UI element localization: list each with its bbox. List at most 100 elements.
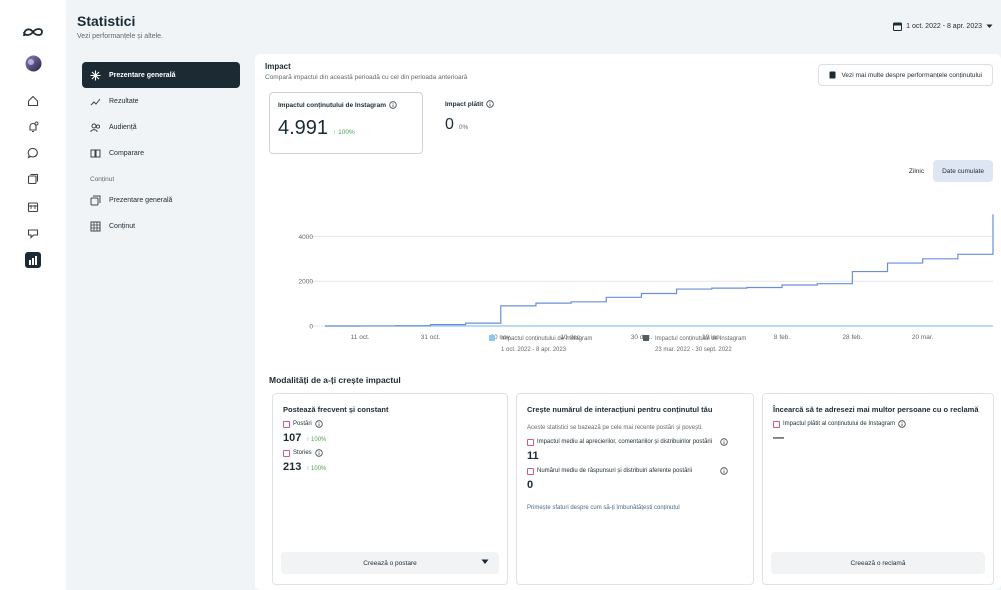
info-icon[interactable] (898, 420, 906, 428)
nav-item-label: Conținut (109, 222, 136, 230)
info-icon[interactable] (720, 467, 728, 475)
toggle-cumulative[interactable]: Date cumulate (933, 160, 993, 182)
date-range-picker[interactable]: 1 oct. 2022 - 8 apr. 2023 (893, 22, 993, 31)
x-tick-label: 28 feb. (842, 334, 862, 341)
content-overview-icon (90, 195, 101, 205)
notifications-icon[interactable] (0, 117, 66, 137)
nav-item-compare[interactable]: Comparare (82, 140, 240, 166)
nav-section-content: Conținut (90, 176, 115, 183)
paid-impact-value: — (773, 432, 784, 444)
chevron-down-icon[interactable] (481, 559, 489, 565)
more-performance-label: Vezi mai multe despre performanțele conț… (841, 71, 982, 79)
metric-label: Impact plătit (445, 100, 484, 108)
ad-icon (773, 421, 780, 428)
metric-label: Numărul mediu de răspunsuri și distribui… (537, 468, 693, 474)
x-tick-label: 31 oct. (421, 334, 441, 341)
post-icon (527, 439, 534, 446)
legend-period: 23 mar. 2022 - 30 sept. 2022 (655, 347, 732, 353)
metric-change: ↑ 100% (333, 129, 355, 136)
nav-item-label: Rezultate (109, 97, 139, 105)
calendar-icon[interactable] (0, 197, 66, 217)
avatar[interactable] (0, 53, 66, 73)
tip-card-interactions: Crește numărul de interacțiuni pentru co… (516, 393, 754, 585)
metric-value: 0 (445, 116, 454, 133)
nav-item-overview[interactable]: Prezentare generală (82, 62, 240, 88)
y-tick-label: 2000 (299, 279, 314, 286)
document-icon (829, 71, 836, 79)
nav-item-content-overview[interactable]: Prezentare generală (82, 187, 240, 213)
x-tick-label: 11 oct. (351, 334, 370, 341)
tip-card-post-frequently: Postează frecvent și constant Postări 10… (272, 393, 508, 585)
content-icon[interactable] (0, 169, 66, 189)
info-icon[interactable] (389, 101, 397, 109)
home-icon[interactable] (0, 91, 66, 111)
insights-nav: Prezentare generală Rezultate Audiență C… (82, 62, 240, 239)
meta-logo-icon[interactable] (0, 22, 66, 42)
paid-impact-label: Impactul plătit al conținutului de Insta… (773, 420, 983, 429)
posts-metric: 107 ↑ 100% (283, 432, 497, 444)
metric-instagram-impact[interactable]: Impactul conținutului de Instagram 4.991… (269, 92, 423, 154)
create-post-label: Creează o postare (363, 559, 417, 567)
toggle-daily[interactable]: Zilnic (900, 160, 933, 182)
more-performance-button[interactable]: Vezi mai multe despre performanțele conț… (818, 64, 993, 86)
trend-icon (90, 98, 101, 105)
nav-item-label: Comparare (109, 149, 145, 157)
y-tick-label: 4000 (299, 234, 314, 241)
x-tick-label: 8 feb. (774, 334, 790, 341)
nav-item-label: Prezentare generală (109, 71, 176, 79)
avg-interactions-label: Impactul mediu al aprecierilor, comentar… (527, 438, 743, 447)
legend-swatch (643, 335, 649, 341)
avg-replies-label: Numărul mediu de răspunsuri și distribui… (527, 467, 743, 476)
create-ad-button[interactable]: Creează o reclamă (771, 552, 985, 574)
tip-title: Încearcă să te adresezi mai multor perso… (773, 405, 979, 414)
legend-swatch (489, 335, 495, 341)
info-icon[interactable] (314, 449, 323, 457)
icon-rail (0, 0, 66, 590)
legend-period: 1 oct. 2022 - 8 apr. 2023 (501, 347, 567, 353)
nav-item-label: Audiență (109, 123, 137, 131)
info-icon[interactable] (314, 420, 323, 428)
stories-value: 213 (283, 461, 302, 473)
info-icon[interactable] (720, 438, 728, 446)
create-post-button[interactable]: Creează o postare (281, 552, 499, 574)
series-line (325, 214, 994, 327)
post-icon (283, 421, 290, 428)
grid-icon (90, 221, 101, 231)
nav-item-content[interactable]: Conținut (82, 213, 240, 239)
stories-metric-label: Stories (283, 449, 497, 458)
page-subtitle: Vezi performanțele și altele. (77, 33, 163, 40)
compare-icon (90, 149, 101, 157)
messages-icon[interactable] (0, 143, 66, 163)
stories-metric: 213 ↑ 100% (283, 461, 497, 473)
posts-value: 107 (283, 432, 302, 444)
stories-change: ↑ 100% (306, 466, 327, 472)
chevron-down-icon (986, 24, 993, 28)
metric-value: 4.991 (278, 117, 329, 139)
tip-title: Crește numărul de interacțiuni pentru co… (527, 405, 713, 414)
chart-mode-toggle: Zilnic Date cumulate (900, 160, 993, 182)
post-icon (527, 468, 534, 475)
nav-item-results[interactable]: Rezultate (82, 88, 240, 114)
story-icon (283, 450, 290, 457)
x-tick-label: 20 mar. (912, 334, 934, 341)
ways-title: Modalități de a-ți crește impactul (269, 375, 401, 385)
posts-label: Postări (293, 421, 312, 427)
metric-paid-impact[interactable]: Impact plătit 0 0% (445, 100, 494, 134)
people-icon (90, 123, 101, 132)
nav-item-label: Prezentare generală (109, 196, 173, 204)
page-title: Statistici (77, 13, 136, 29)
insights-icon[interactable] (0, 249, 66, 271)
avg-replies-value: 0 (527, 479, 534, 491)
nav-item-audience[interactable]: Audiență (82, 114, 240, 140)
stories-label: Stories (293, 450, 312, 456)
sparkle-icon (90, 70, 101, 80)
posts-metric-label: Postări (283, 420, 497, 429)
impact-title: Impact (265, 62, 291, 71)
info-icon[interactable] (486, 100, 494, 108)
create-ad-label: Creează o reclamă (850, 559, 906, 567)
ads-icon[interactable] (0, 223, 66, 243)
content-tips-link[interactable]: Primește sfaturi despre cum să-ți îmbună… (527, 503, 743, 513)
impact-subtitle: Compară impactul din această perioadă cu… (265, 74, 468, 81)
metric-label: Impactul conținutului de Instagram (278, 101, 386, 109)
legend-label: Impactul conținutului de Instagram (655, 336, 747, 342)
